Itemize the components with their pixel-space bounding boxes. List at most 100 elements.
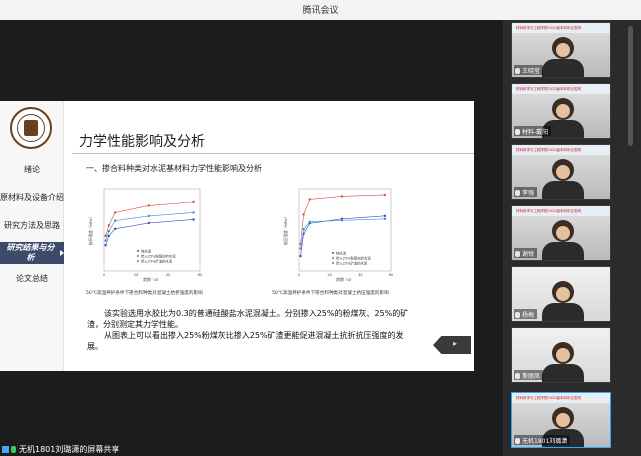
data-point: [104, 244, 107, 247]
participant-tile[interactable]: 材料科学与工程学院2022届本科毕业答辩王晓莹: [511, 22, 611, 78]
legend-marker: [332, 252, 334, 254]
x-tick-label: 40: [358, 273, 362, 277]
data-point: [104, 239, 107, 242]
microphone-icon: [515, 189, 520, 196]
microphone-icon: [515, 128, 520, 135]
title-divider: [72, 153, 474, 154]
tile-banner: 材料科学与工程学院2022届本科毕业答辩: [512, 23, 610, 33]
legend-marker: [137, 260, 139, 262]
arrow-right-icon: [60, 250, 64, 256]
participant-name-tag: 王晓莹: [514, 65, 544, 75]
microphone-icon: [11, 445, 16, 453]
screen-share-icon: [2, 445, 9, 453]
data-point: [340, 195, 344, 198]
participant-name: 李强: [522, 190, 535, 197]
participant-name: 材料-戴阳: [522, 129, 549, 136]
data-point: [107, 229, 110, 233]
participant-tile[interactable]: 材料科学与工程学院2022届本科毕业答辩材料-戴阳: [511, 83, 611, 139]
microphone-icon: [515, 250, 520, 257]
x-tick-label: 60: [198, 273, 202, 277]
data-point: [383, 217, 387, 221]
participant-body: [542, 59, 584, 77]
data-point: [299, 254, 302, 258]
x-tick-label: 20: [134, 273, 138, 277]
participant-name: 谢锐: [522, 251, 535, 258]
x-axis-label: 龄期（d）: [336, 277, 354, 282]
tile-banner: 材料科学与工程学院2022届本科毕业答辩: [512, 206, 610, 216]
slide-title: 力学性能影响及分析: [79, 134, 205, 150]
data-point: [383, 214, 387, 218]
panel-scrollbar[interactable]: [628, 26, 633, 146]
y-axis-label: 抗压强度（MPa）: [283, 215, 288, 246]
participant-body: [542, 242, 584, 260]
participant-name: 王晓莹: [522, 68, 541, 75]
microphone-icon: [515, 437, 520, 444]
screen-share-label: 无机1801刘璐潇的屏幕共享: [19, 444, 120, 454]
legend-marker: [137, 250, 139, 252]
title-bar: 腾讯会议: [0, 0, 641, 20]
data-point: [107, 234, 110, 238]
data-point: [299, 247, 302, 250]
slide-nav-intro: 绪论: [24, 165, 40, 174]
legend-marker: [332, 257, 334, 259]
x-tick-label: 60: [389, 273, 393, 277]
data-point: [340, 219, 344, 222]
x-tick-label: 0: [298, 273, 300, 277]
participant-name-tag: 李强: [514, 187, 538, 197]
legend-label: 掺入25%粉煤灰的水泥: [336, 255, 371, 260]
data-point: [107, 224, 110, 227]
paragraph-line-3: 从图表上可以看出掺入25%粉煤灰比掺入25%矿渣更能促进混凝土抗折抗压强度的发: [104, 331, 404, 340]
data-point: [104, 234, 107, 238]
data-point: [147, 214, 150, 218]
microphone-icon: [515, 311, 520, 318]
slide-nav-summary: 论文总结: [16, 274, 48, 283]
data-point: [114, 227, 117, 231]
participant-face: [556, 43, 570, 57]
data-point: [302, 228, 305, 231]
participant-name-tag: 詹丽凤: [514, 370, 544, 380]
participant-tile[interactable]: 材料科学与工程学院2022届本科毕业答辩 无机1801刘璐潇: [511, 392, 611, 448]
paragraph-line-1: 该实验选用水胶比为0.3的普通硅酸盐水泥混凝土。分别掺入25%的粉煤灰、25%的…: [104, 309, 409, 318]
legend-marker: [137, 255, 139, 257]
participant-body: [542, 364, 584, 382]
legend-label: 掺入25%矿渣的水泥: [141, 258, 173, 263]
compressive-strength-chart: 0 20 40 60 龄期（d） 抗压强度（MPa） 纯水泥掺入25%粉煤灰的水泥掺入25%…: [283, 188, 393, 282]
data-point: [302, 213, 305, 216]
slide-nav-results-label: 研究结果与分析: [6, 243, 55, 262]
participant-face: [556, 104, 570, 118]
slide-sidebar: 绪论 原材料及设备介绍 研究方法及思路 研究结果与分析 论文总结: [0, 101, 64, 371]
slide-nav-methods: 研究方法及思路: [4, 221, 60, 230]
next-page-button[interactable]: ▸: [433, 336, 471, 354]
next-page-icon: ▸: [453, 339, 458, 348]
chart2-caption: 50℃高温养护条件下掺合料种类对混凝土抗压强度的影响: [272, 291, 389, 296]
participant-tile[interactable]: 杨梅: [511, 266, 611, 322]
participant-name-tag: 无机1801刘璐潇: [514, 435, 571, 445]
data-point: [114, 211, 117, 214]
tile-banner: 材料科学与工程学院2022届本科毕业答辩: [512, 84, 610, 94]
participant-tile[interactable]: 材料科学与工程学院2022届本科毕业答辩李强: [511, 144, 611, 200]
data-point: [192, 211, 195, 214]
participant-name-tag: 材料-戴阳: [514, 126, 552, 136]
participant-tile[interactable]: 詹丽凤: [511, 327, 611, 383]
screen-share-indicator: 无机1801刘璐潇的屏幕共享: [0, 442, 119, 456]
participant-face: [556, 226, 570, 240]
data-point: [308, 198, 311, 201]
window-title: 腾讯会议: [302, 6, 339, 16]
participant-body: [542, 181, 584, 199]
presentation-slide: 绪论 原材料及设备介绍 研究方法及思路 研究结果与分析 论文总结 力学性能影响及…: [0, 101, 474, 371]
participant-face: [556, 348, 570, 362]
microphone-icon: [515, 372, 520, 379]
data-point: [308, 220, 311, 223]
participant-name-tag: 杨梅: [514, 309, 538, 319]
data-point: [192, 200, 195, 204]
data-point: [114, 219, 117, 222]
legend-label: 掺入25%矿渣的水泥: [336, 260, 368, 265]
slide-nav-results: 研究结果与分析: [0, 242, 64, 264]
paragraph-line-2: 渣，分别测定其力学性能。: [87, 320, 183, 329]
data-point: [192, 218, 195, 221]
participant-name: 无机1801刘璐潇: [522, 438, 568, 445]
participant-tile[interactable]: 材料科学与工程学院2022届本科毕业答辩谢锐: [511, 205, 611, 261]
participant-name: 詹丽凤: [522, 373, 541, 380]
participant-body: [542, 303, 584, 321]
tile-banner: 材料科学与工程学院2022届本科毕业答辩: [512, 145, 610, 155]
